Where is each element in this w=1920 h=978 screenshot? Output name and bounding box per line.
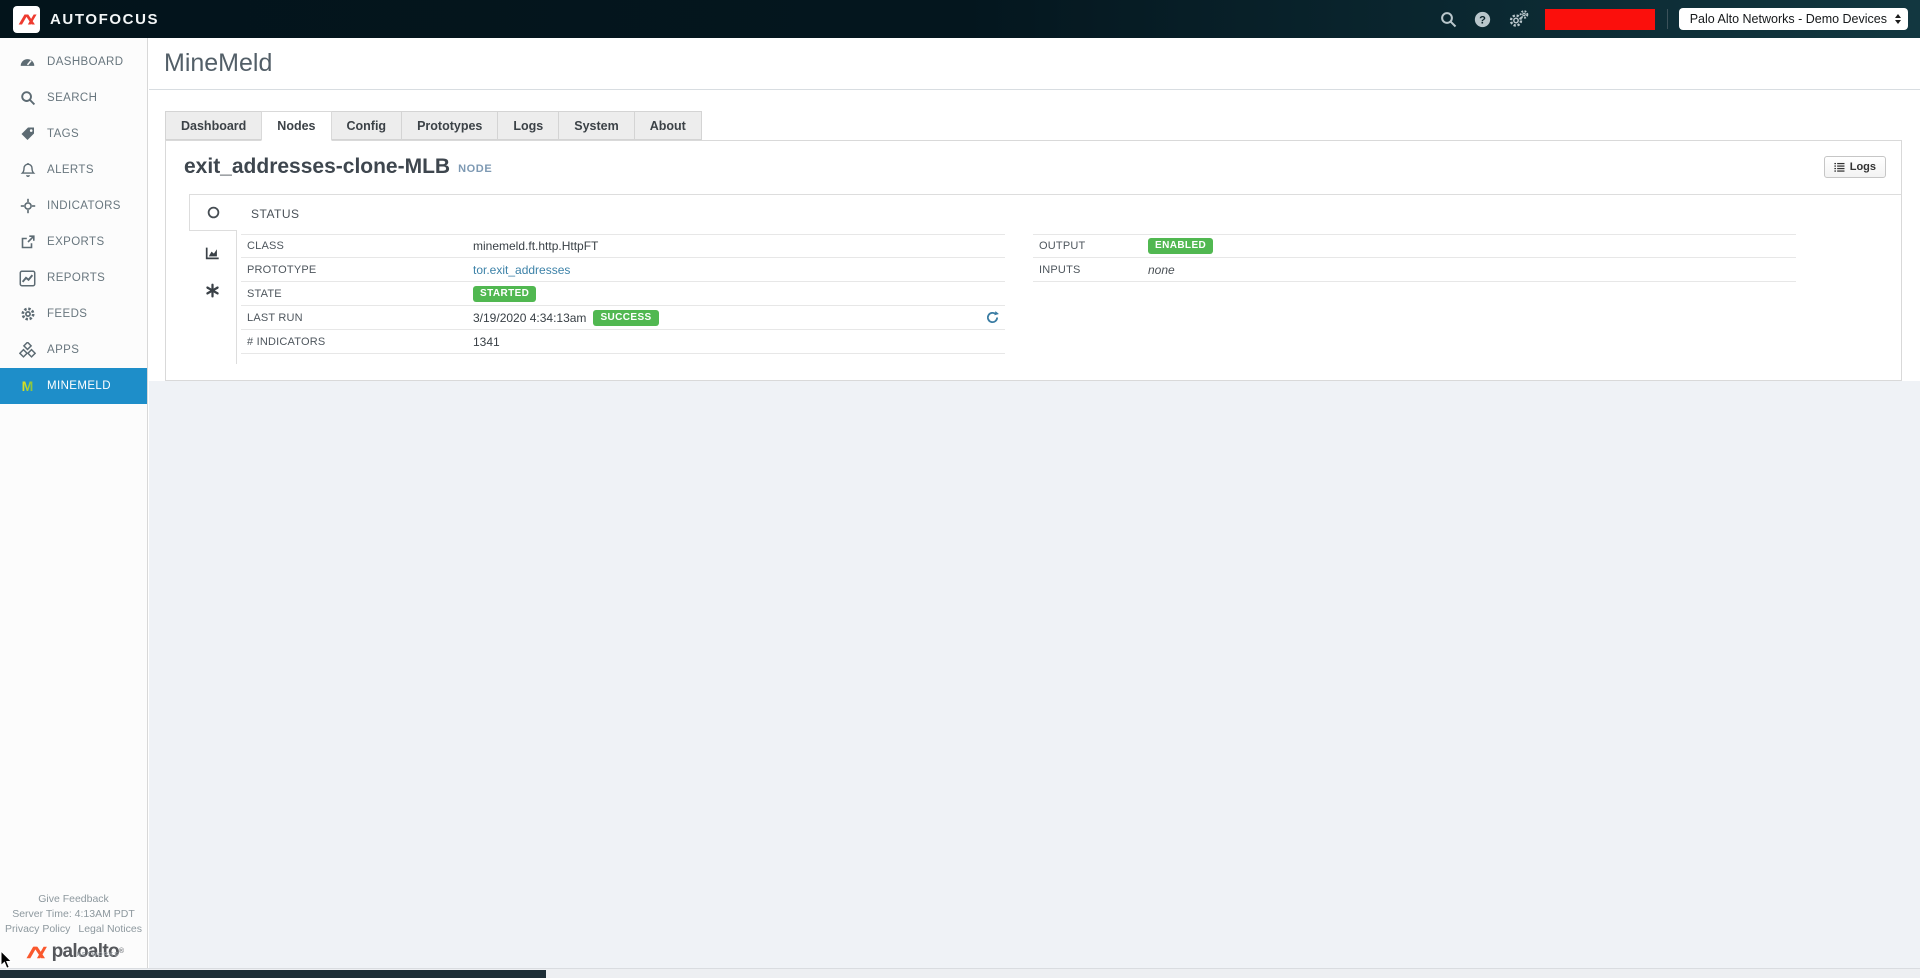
sidebar-item-dashboard[interactable]: DASHBOARD xyxy=(0,44,147,80)
circle-icon xyxy=(206,205,221,220)
status-section: STATUS CLASS minemeld.ft.http.HttpFT PRO… xyxy=(236,194,1901,364)
sidebar-item-reports[interactable]: REPORTS xyxy=(0,260,147,296)
node-section-rail xyxy=(188,194,236,364)
dropdown-spinner-icon xyxy=(1895,14,1901,24)
node-detail-panel: exit_addresses-clone-MLB NODE Logs xyxy=(165,140,1902,381)
palo-alto-mark-icon xyxy=(24,943,48,962)
crosshair-icon xyxy=(19,198,36,215)
prototype-link[interactable]: tor.exit_addresses xyxy=(473,263,570,277)
server-time: Server Time: 4:13AM PDT xyxy=(0,907,147,922)
sidebar-item-indicators[interactable]: INDICATORS xyxy=(0,188,147,224)
settings-gears-icon[interactable] xyxy=(1508,10,1529,28)
gear-icon xyxy=(19,306,36,323)
search-icon xyxy=(19,90,36,107)
tab-dashboard[interactable]: Dashboard xyxy=(165,111,262,140)
chart-line-icon xyxy=(19,270,36,287)
autofocus-logo xyxy=(13,6,40,33)
search-icon[interactable] xyxy=(1440,11,1457,28)
minemeld-icon: M xyxy=(19,378,36,395)
gauge-icon xyxy=(19,54,36,71)
privacy-policy-link[interactable]: Privacy Policy xyxy=(5,923,70,935)
scrollbar-thumb[interactable] xyxy=(0,970,546,978)
redacted-username xyxy=(1545,9,1655,30)
horizontal-scrollbar[interactable] xyxy=(0,968,1920,978)
sidebar-item-minemeld[interactable]: M MINEMELD xyxy=(0,368,147,404)
external-link-icon xyxy=(19,234,36,251)
state-badge: STARTED xyxy=(473,286,536,302)
tab-bar: Dashboard Nodes Config Prototypes Logs S… xyxy=(165,111,702,140)
sidebar-item-tags[interactable]: TAGS xyxy=(0,116,147,152)
legal-notices-link[interactable]: Legal Notices xyxy=(78,923,142,935)
tenant-selector-value: Palo Alto Networks - Demo Devices xyxy=(1690,12,1887,26)
status-heading: STATUS xyxy=(251,207,1901,221)
indicators-count: 1341 xyxy=(473,335,500,349)
logs-button[interactable]: Logs xyxy=(1824,156,1886,178)
page-title: MineMeld xyxy=(164,49,272,78)
table-row: CLASS minemeld.ft.http.HttpFT xyxy=(241,234,1005,258)
tenant-selector-dropdown[interactable]: Palo Alto Networks - Demo Devices xyxy=(1679,8,1908,30)
bell-icon xyxy=(19,162,36,179)
table-row: LAST RUN 3/19/2020 4:34:13am SUCCESS xyxy=(241,306,1005,330)
table-row: PROTOTYPE tor.exit_addresses xyxy=(241,258,1005,282)
tab-region: Dashboard Nodes Config Prototypes Logs S… xyxy=(149,90,1920,381)
cubes-icon xyxy=(19,342,36,359)
rail-tab-status[interactable] xyxy=(189,194,237,231)
list-icon xyxy=(1834,162,1845,173)
refresh-icon[interactable] xyxy=(986,311,999,324)
sidebar-item-search[interactable]: SEARCH xyxy=(0,80,147,116)
last-run-value: 3/19/2020 4:34:13am xyxy=(473,311,586,325)
sidebar-footer: Give Feedback Server Time: 4:13AM PDT Pr… xyxy=(0,892,147,962)
last-run-result-badge: SUCCESS xyxy=(593,310,658,326)
topbar-divider xyxy=(1667,9,1668,29)
table-row: INPUTS none xyxy=(1033,258,1796,282)
palo-alto-wordmark: paloalto®NETWORKS xyxy=(52,942,124,962)
inputs-value: none xyxy=(1148,263,1175,277)
table-row: # INDICATORS 1341 xyxy=(241,330,1005,354)
help-icon[interactable]: ? xyxy=(1474,11,1491,28)
page-header: MineMeld xyxy=(149,38,1920,90)
sidebar-item-exports[interactable]: EXPORTS xyxy=(0,224,147,260)
tab-logs[interactable]: Logs xyxy=(497,111,559,140)
give-feedback-link[interactable]: Give Feedback xyxy=(38,893,109,905)
node-io-table: OUTPUT ENABLED INPUTS none xyxy=(1033,234,1796,354)
class-value: minemeld.ft.http.HttpFT xyxy=(473,239,598,253)
top-bar: AUTOFOCUS ? Palo Alto Networks - Demo De… xyxy=(0,0,1920,38)
asterisk-icon xyxy=(205,283,220,298)
tab-system[interactable]: System xyxy=(558,111,634,140)
tag-icon xyxy=(19,126,36,143)
output-badge: ENABLED xyxy=(1148,238,1213,254)
palo-alto-mark-icon xyxy=(17,11,37,28)
svg-text:?: ? xyxy=(1479,14,1486,26)
palo-alto-networks-logo: paloalto®NETWORKS xyxy=(0,942,147,962)
sidebar-item-alerts[interactable]: ALERTS xyxy=(0,152,147,188)
table-row: OUTPUT ENABLED xyxy=(1033,234,1796,258)
tab-prototypes[interactable]: Prototypes xyxy=(401,111,498,140)
sidebar-item-feeds[interactable]: FEEDS xyxy=(0,296,147,332)
rail-tab-stats[interactable] xyxy=(204,245,221,266)
sidebar-item-apps[interactable]: APPS xyxy=(0,332,147,368)
node-type-label: NODE xyxy=(458,163,492,175)
table-row: STATE STARTED xyxy=(241,282,1005,306)
tab-about[interactable]: About xyxy=(634,111,702,140)
node-title: exit_addresses-clone-MLB xyxy=(184,154,450,180)
sidebar: DASHBOARD SEARCH TAGS xyxy=(0,38,148,968)
brand-title: AUTOFOCUS xyxy=(50,11,159,28)
area-chart-icon xyxy=(204,245,221,261)
node-properties-table: CLASS minemeld.ft.http.HttpFT PROTOTYPE … xyxy=(241,234,1005,354)
rail-tab-settings[interactable] xyxy=(205,283,220,303)
tab-config[interactable]: Config xyxy=(331,111,403,140)
tab-nodes[interactable]: Nodes xyxy=(261,111,331,141)
main-area: MineMeld Dashboard Nodes Config Prototyp… xyxy=(149,38,1920,968)
